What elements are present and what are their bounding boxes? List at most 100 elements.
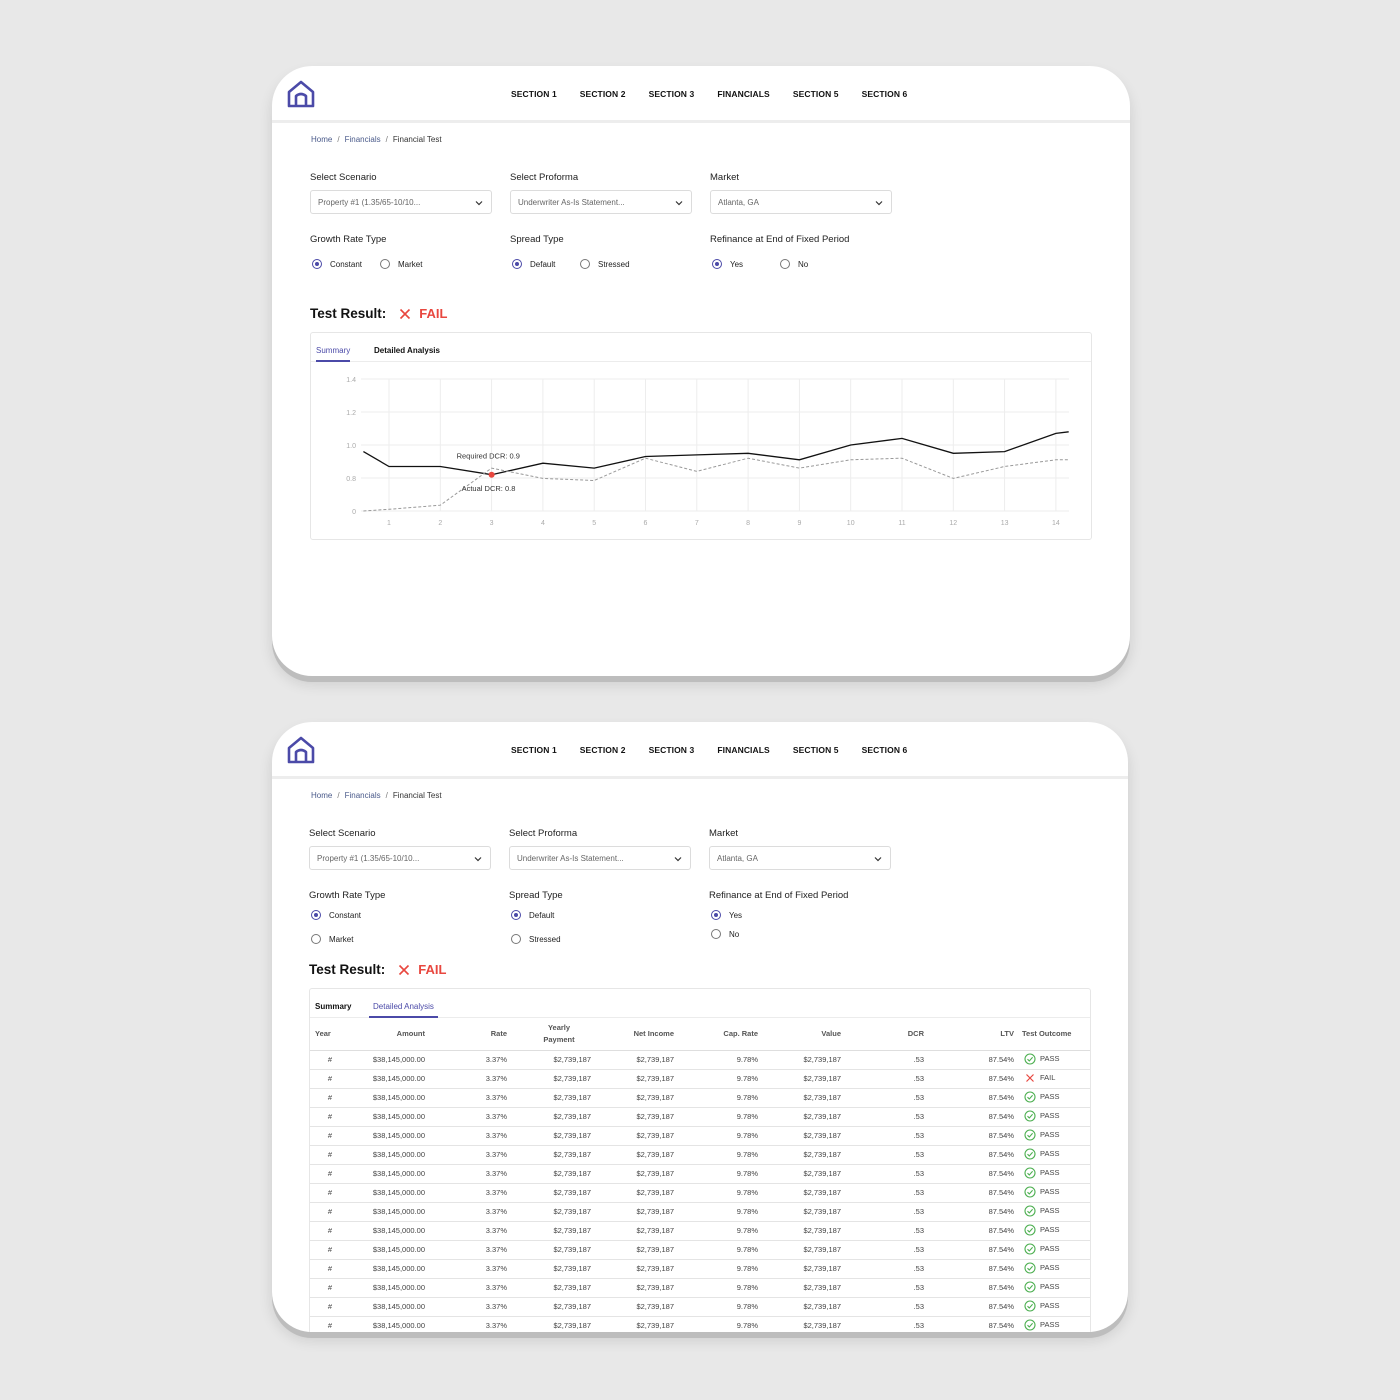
nav-links: SECTION 1 SECTION 2 SECTION 3 FINANCIALS… bbox=[511, 745, 907, 755]
chart-x-tick-label: 8 bbox=[746, 520, 750, 527]
breadcrumb-home[interactable]: Home bbox=[311, 135, 332, 144]
growth-market-radio[interactable]: Market bbox=[311, 934, 353, 944]
table-row[interactable]: # $38,145,000.00 3.37% $2,739,187 $2,739,187… bbox=[310, 1050, 1090, 1070]
table-row[interactable]: # $38,145,000.00 3.37% $2,739,187 $2,739,187… bbox=[310, 1145, 1090, 1165]
nav-financials[interactable]: FINANCIALS bbox=[717, 745, 769, 755]
market-select[interactable]: Atlanta, GA bbox=[709, 846, 891, 870]
spread-default-radio[interactable]: Default bbox=[511, 910, 554, 920]
breadcrumb-financials[interactable]: Financials bbox=[345, 791, 381, 800]
refinance-no-radio[interactable]: No bbox=[780, 259, 808, 269]
refinance-yes-radio[interactable]: Yes bbox=[711, 910, 742, 920]
col-value[interactable]: Value bbox=[758, 1018, 841, 1051]
home-icon[interactable] bbox=[286, 735, 316, 765]
tab-summary[interactable]: Summary bbox=[316, 346, 351, 362]
close-icon bbox=[400, 308, 411, 319]
nav-section-6[interactable]: SECTION 6 bbox=[862, 89, 908, 99]
table-row[interactable]: # $38,145,000.00 3.37% $2,739,187 $2,739,187… bbox=[310, 1164, 1090, 1184]
scenario-select[interactable]: Property #1 (1.35/65-10/10... bbox=[310, 190, 492, 214]
cell-dcr: .53 bbox=[841, 1164, 924, 1184]
spread-stressed-radio[interactable]: Stressed bbox=[511, 934, 561, 944]
cell-value: $2,739,187 bbox=[758, 1069, 841, 1089]
col-dcr[interactable]: DCR bbox=[841, 1018, 924, 1051]
spread-default-radio[interactable]: Default bbox=[512, 259, 555, 269]
table-row[interactable]: # $38,145,000.00 3.37% $2,739,187 $2,739,187… bbox=[310, 1107, 1090, 1127]
proforma-select[interactable]: Underwriter As-Is Statement... bbox=[509, 846, 691, 870]
table-row[interactable]: # $38,145,000.00 3.37% $2,739,187 $2,739,187… bbox=[310, 1069, 1090, 1089]
table-row[interactable]: # $38,145,000.00 3.37% $2,739,187 $2,739,187… bbox=[310, 1202, 1090, 1222]
col-yearly-payment[interactable]: Yearly Payment bbox=[507, 1018, 591, 1051]
cell-value: $2,739,187 bbox=[758, 1278, 841, 1298]
col-cap-rate[interactable]: Cap. Rate bbox=[674, 1018, 758, 1051]
radio-label: Constant bbox=[329, 910, 362, 920]
nav-section-1[interactable]: SECTION 1 bbox=[511, 745, 557, 755]
nav-section-1[interactable]: SECTION 1 bbox=[511, 89, 557, 99]
nav-section-2[interactable]: SECTION 2 bbox=[580, 89, 626, 99]
result-tabs: Summary Detailed Analysis bbox=[311, 333, 1091, 362]
chart-x-tick-label: 4 bbox=[541, 520, 545, 527]
tab-detailed-analysis[interactable]: Detailed Analysis bbox=[369, 1002, 438, 1018]
cell-year: # bbox=[310, 1202, 350, 1222]
col-rate[interactable]: Rate bbox=[425, 1018, 507, 1051]
home-icon[interactable] bbox=[286, 79, 316, 109]
outcome-pass: PASS bbox=[1024, 1280, 1059, 1293]
cell-year: # bbox=[310, 1183, 350, 1203]
col-year[interactable]: Year bbox=[310, 1018, 350, 1051]
nav-section-5[interactable]: SECTION 5 bbox=[793, 89, 839, 99]
radio-unselected bbox=[311, 934, 321, 944]
test-result-label: Test Result: bbox=[309, 962, 386, 977]
proforma-value: Underwriter As-Is Statement... bbox=[517, 854, 624, 863]
outcome-pass: PASS bbox=[1024, 1109, 1059, 1122]
cell-cap-rate: 9.78% bbox=[674, 1278, 758, 1298]
cell-value: $2,739,187 bbox=[758, 1240, 841, 1260]
table-row[interactable]: # $38,145,000.00 3.37% $2,739,187 $2,739,187… bbox=[310, 1088, 1090, 1108]
nav-section-3[interactable]: SECTION 3 bbox=[649, 745, 695, 755]
summary-panel: Summary Detailed Analysis 0 0.8 1.0 1.2 1.4 1… bbox=[310, 332, 1092, 540]
col-net-income[interactable]: Net Income bbox=[591, 1018, 674, 1051]
nav-section-6[interactable]: SECTION 6 bbox=[862, 745, 908, 755]
cell-test-outcome: PASS bbox=[1014, 1164, 1090, 1184]
growth-market-radio[interactable]: Market bbox=[380, 259, 422, 269]
chevron-down-icon bbox=[474, 857, 482, 862]
table-row[interactable]: # $38,145,000.00 3.37% $2,739,187 $2,739,187… bbox=[310, 1259, 1090, 1279]
tab-summary[interactable]: Summary bbox=[315, 1002, 351, 1016]
breadcrumb-current: Financial Test bbox=[392, 791, 442, 800]
outcome-pass: PASS bbox=[1024, 1147, 1059, 1160]
table-row[interactable]: # $38,145,000.00 3.37% $2,739,187 $2,739,187… bbox=[310, 1316, 1090, 1332]
chevron-down-icon bbox=[874, 857, 882, 862]
breadcrumb-financials[interactable]: Financials bbox=[345, 135, 381, 144]
refinance-yes-radio[interactable]: Yes bbox=[712, 259, 743, 269]
col-amount[interactable]: Amount bbox=[350, 1018, 425, 1051]
cell-cap-rate: 9.78% bbox=[674, 1107, 758, 1127]
nav-section-5[interactable]: SECTION 5 bbox=[793, 745, 839, 755]
nav-section-3[interactable]: SECTION 3 bbox=[649, 89, 695, 99]
cell-yearly-payment: $2,739,187 bbox=[507, 1297, 591, 1317]
market-select[interactable]: Atlanta, GA bbox=[710, 190, 892, 214]
cell-value: $2,739,187 bbox=[758, 1259, 841, 1279]
cell-yearly-payment: $2,739,187 bbox=[507, 1126, 591, 1146]
table-row[interactable]: # $38,145,000.00 3.37% $2,739,187 $2,739,187… bbox=[310, 1221, 1090, 1241]
col-ltv[interactable]: LTV bbox=[924, 1018, 1014, 1051]
col-test-outcome[interactable]: Test Outcome bbox=[1014, 1018, 1090, 1051]
cell-net-income: $2,739,187 bbox=[591, 1259, 674, 1279]
proforma-select[interactable]: Underwriter As-Is Statement... bbox=[510, 190, 692, 214]
chart-x-tick-label: 2 bbox=[438, 520, 442, 527]
scenario-value: Property #1 (1.35/65-10/10... bbox=[318, 198, 421, 207]
growth-constant-radio[interactable]: Constant bbox=[312, 259, 362, 269]
table-row[interactable]: # $38,145,000.00 3.37% $2,739,187 $2,739,187… bbox=[310, 1278, 1090, 1298]
spread-stressed-radio[interactable]: Stressed bbox=[580, 259, 630, 269]
nav-financials[interactable]: FINANCIALS bbox=[717, 89, 769, 99]
cell-test-outcome: PASS bbox=[1014, 1278, 1090, 1298]
growth-constant-radio[interactable]: Constant bbox=[311, 910, 361, 920]
nav-section-2[interactable]: SECTION 2 bbox=[580, 745, 626, 755]
tab-detailed-analysis[interactable]: Detailed Analysis bbox=[374, 346, 440, 360]
table-row[interactable]: # $38,145,000.00 3.37% $2,739,187 $2,739,187… bbox=[310, 1183, 1090, 1203]
cell-cap-rate: 9.78% bbox=[674, 1240, 758, 1260]
breadcrumb-home[interactable]: Home bbox=[311, 791, 332, 800]
table-row[interactable]: # $38,145,000.00 3.37% $2,739,187 $2,739,187… bbox=[310, 1240, 1090, 1260]
radio-selected bbox=[711, 910, 721, 920]
table-row[interactable]: # $38,145,000.00 3.37% $2,739,187 $2,739,187… bbox=[310, 1297, 1090, 1317]
scenario-select[interactable]: Property #1 (1.35/65-10/10... bbox=[309, 846, 491, 870]
table-row[interactable]: # $38,145,000.00 3.37% $2,739,187 $2,739,187… bbox=[310, 1126, 1090, 1146]
cell-cap-rate: 9.78% bbox=[674, 1088, 758, 1108]
refinance-no-radio[interactable]: No bbox=[711, 929, 739, 939]
